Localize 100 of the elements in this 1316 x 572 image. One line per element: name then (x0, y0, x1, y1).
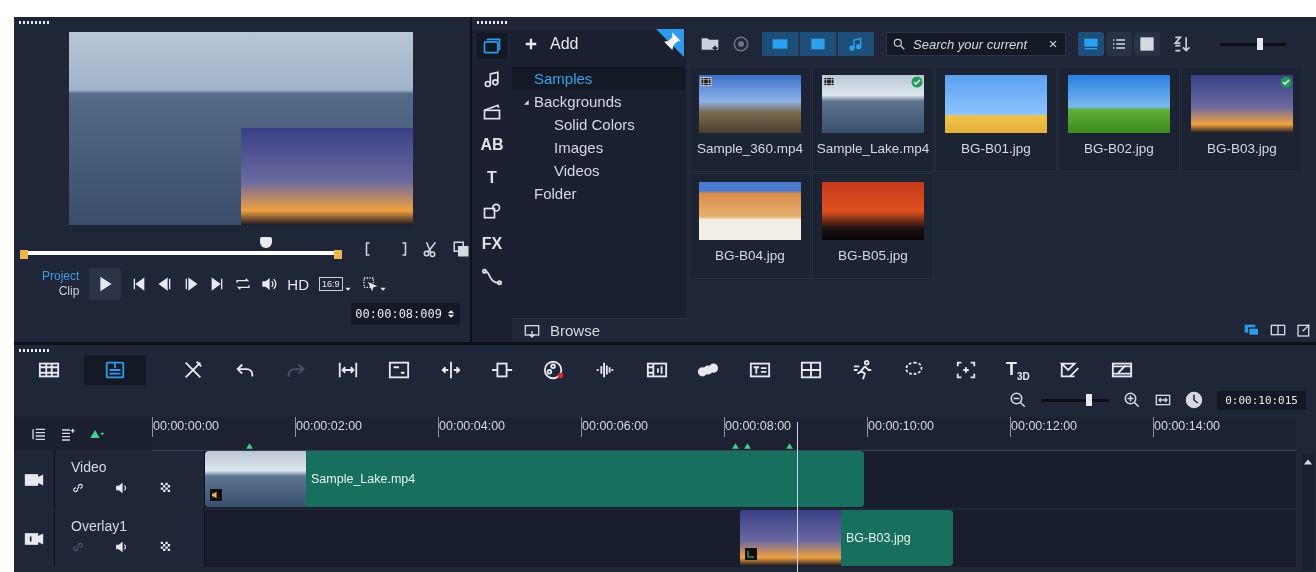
folder-tree-item[interactable]: Backgrounds (512, 90, 686, 113)
browse-icon (524, 322, 540, 339)
clock-icon[interactable] (1185, 391, 1204, 409)
film-frame-icon (700, 76, 712, 87)
ruler-time-label: 00:00:02:00 (295, 417, 438, 437)
view-mode-button[interactable] (84, 355, 146, 385)
browse-button[interactable]: Browse (512, 318, 686, 342)
selection-cursor-icon[interactable] (361, 276, 378, 292)
caret-icon[interactable] (343, 285, 352, 293)
media-filter-button[interactable] (762, 32, 798, 56)
ruler-time-label: 00:00:06:00 (581, 417, 724, 437)
category-tab[interactable]: T (477, 165, 507, 191)
playback-mode-toggle[interactable]: Project (42, 269, 80, 284)
media-stack-icon[interactable] (482, 36, 502, 56)
folder-tree-item[interactable]: Videos (512, 159, 686, 182)
clapper-icon[interactable] (482, 102, 502, 122)
search-field[interactable]: Search your current (886, 32, 1066, 56)
timeline-ruler[interactable]: 00:00:00:00 00:00:02:00 00:00:04:00 00:00:06:00 00:00:08:00 00:00:10:00 00:00:12:00 00:00:14:00 (152, 417, 1296, 451)
vertical-scrollbar[interactable] (1302, 453, 1314, 571)
media-item[interactable]: BG-B04.jpg (689, 173, 811, 279)
speaker-icon[interactable] (115, 540, 129, 554)
track-name: Video (71, 459, 108, 475)
grip-handle[interactable] (19, 349, 49, 352)
category-tab[interactable]: AB (477, 132, 507, 158)
search-icon (892, 37, 906, 51)
folder-tree-item[interactable]: Solid Colors (512, 113, 686, 136)
grid-icon[interactable] (800, 359, 822, 381)
media-item[interactable]: BG-B05.jpg (812, 173, 934, 279)
plus-icon (524, 37, 538, 51)
grip-handle[interactable] (477, 21, 507, 24)
timecode-value: 00:00:08:009 (355, 307, 442, 321)
shapes-icon[interactable] (482, 201, 502, 221)
clip-name: BG-B03.jpg (846, 531, 911, 545)
playback-mode-toggle[interactable]: Clip (58, 284, 80, 299)
running-figure-icon[interactable] (851, 359, 874, 381)
scroll-up-icon[interactable] (1303, 457, 1313, 467)
sort-icon[interactable] (1172, 34, 1192, 54)
ruler-time-label: 00:00:10:00 (867, 417, 1010, 437)
media-item[interactable]: BG-B03.jpg (1181, 66, 1303, 172)
media-filter-button[interactable] (838, 32, 874, 56)
folder-tree-item[interactable]: Samples (512, 67, 686, 90)
media-filter-button[interactable] (800, 32, 836, 56)
caret-icon[interactable] (378, 285, 387, 293)
category-tab[interactable]: FX (477, 231, 507, 257)
media-item[interactable]: Sample_360.mp4 (689, 66, 811, 172)
capture-icon[interactable] (732, 35, 750, 53)
audio-badge-icon (209, 489, 223, 501)
view-mode-button[interactable] (1106, 32, 1132, 56)
track-manager-icon[interactable] (30, 426, 47, 442)
path-curve-icon[interactable] (482, 267, 502, 287)
zoom-out-icon[interactable] (1009, 391, 1028, 409)
film-reel-icon[interactable] (542, 359, 565, 381)
overlay-badge-icon (744, 548, 758, 560)
aspect-ratio-dropdown[interactable]: 16:9 (319, 277, 343, 291)
timeline-clip[interactable]: BG-B03.jpg (740, 510, 953, 566)
scrubber-thumb[interactable] (259, 237, 272, 248)
trim-handle[interactable] (20, 250, 28, 259)
music-note-icon[interactable] (482, 69, 502, 89)
music-note-icon (848, 36, 864, 52)
add-track-icon[interactable] (60, 426, 76, 442)
slider-thumb[interactable] (1085, 394, 1092, 406)
library-layout-icon[interactable] (1244, 322, 1260, 338)
close-icon[interactable] (1048, 39, 1058, 49)
play-icon (97, 276, 114, 292)
fit-project-icon[interactable] (1155, 392, 1172, 408)
add-button[interactable]: Add (512, 29, 591, 59)
slider-thumb[interactable] (1256, 38, 1263, 50)
media-filename: Sample_Lake.mp4 (816, 141, 930, 156)
toolbar-button[interactable]: T$_{3D}$ (1006, 358, 1030, 382)
media-item[interactable]: BG-B01.jpg (935, 66, 1057, 172)
split-layout-icon[interactable] (1270, 322, 1286, 338)
view-mode-button[interactable] (1134, 32, 1160, 56)
checkerboard-icon[interactable] (159, 481, 173, 495)
repeat-icon[interactable] (235, 276, 252, 292)
hd-toggle[interactable]: HD (287, 275, 310, 293)
copy-icon[interactable] (452, 240, 470, 258)
timecode-field[interactable]: 00:00:08:009 (351, 303, 460, 325)
checkerboard-icon[interactable] (159, 540, 173, 554)
speaker-icon[interactable] (115, 481, 129, 495)
folder-tree-item[interactable]: Images (512, 136, 686, 159)
expand-triangle-icon[interactable] (522, 97, 530, 106)
track-name: Overlay1 (71, 518, 129, 534)
tools-icon[interactable] (182, 359, 204, 381)
media-item[interactable]: Sample_Lake.mp4 (812, 66, 934, 172)
zoom-in-icon[interactable] (1123, 391, 1142, 409)
play-button[interactable] (89, 268, 122, 300)
link-icon[interactable] (71, 481, 85, 495)
media-item[interactable]: BG-B02.jpg (1058, 66, 1180, 172)
timeline-clip[interactable]: Sample_Lake.mp4 (205, 451, 864, 507)
edit-icon[interactable] (1296, 322, 1312, 338)
frame-plus-icon[interactable] (954, 359, 977, 381)
project-duration: 0:00:10:015 (1217, 390, 1306, 410)
grip-handle[interactable] (19, 21, 49, 24)
pin-icon[interactable] (654, 29, 686, 57)
speaker-icon[interactable] (261, 276, 278, 292)
next-frame-icon[interactable] (183, 276, 200, 292)
split-arrows-icon[interactable] (439, 359, 462, 381)
folder-tree-item[interactable]: Folder (512, 182, 686, 205)
frame-arrows-icon[interactable] (388, 359, 410, 381)
trim-handle[interactable] (334, 250, 342, 259)
